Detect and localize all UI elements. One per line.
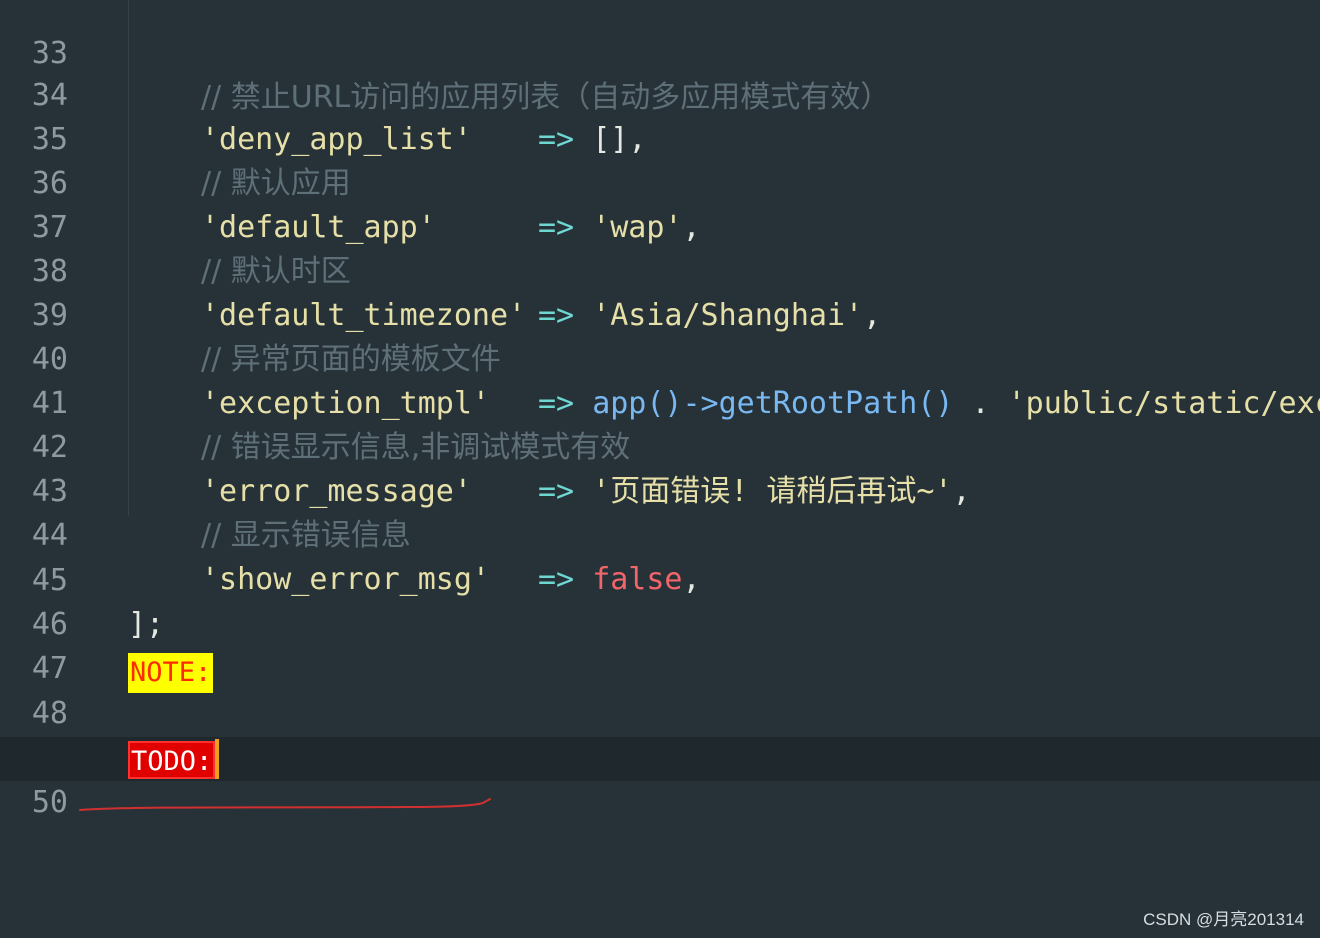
code-line-45[interactable]: 45 ]; xyxy=(0,515,1320,642)
code-line-48[interactable]: 48 NOTE: xyxy=(0,648,1320,731)
code-line-36[interactable]: 36 'default_app' => 'wap', xyxy=(0,118,1320,245)
code-line-43[interactable]: 43 // 显示错误信息 xyxy=(0,426,1320,553)
code-line-46[interactable]: 46 xyxy=(0,559,1320,642)
code-line-42[interactable]: 42 'error_message' => '页面错误! 请稍后再试~', xyxy=(0,382,1320,509)
code-content[interactable]: NOTE: xyxy=(128,650,214,694)
code-line-38[interactable]: 38 'default_timezone' => 'Asia/Shanghai', xyxy=(0,206,1320,333)
code-line-33[interactable]: 33 // 禁止URL访问的应用列表（自动多应用模式有效） xyxy=(0,0,1320,115)
code-editor[interactable]: 33 // 禁止URL访问的应用列表（自动多应用模式有效） 34 'deny_a… xyxy=(0,0,1320,938)
hand-drawn-underline xyxy=(79,798,491,811)
code-line-41[interactable]: 41 // 错误显示信息,非调试模式有效 xyxy=(0,338,1320,465)
code-line-37[interactable]: 37 // 默认时区 xyxy=(0,162,1320,289)
note-highlight-tag: NOTE: xyxy=(128,653,214,693)
watermark: CSDN @月亮201314 xyxy=(1143,910,1304,929)
line-number: 50 xyxy=(31,785,68,820)
code-line-49[interactable]: 49 xyxy=(0,692,1320,775)
code-line-35[interactable]: 35 // 默认应用 xyxy=(0,74,1320,201)
code-line-39[interactable]: 39 // 异常页面的模板文件 xyxy=(0,250,1320,377)
code-line-50-current[interactable]: 50 TODO: xyxy=(0,737,1320,820)
code-content[interactable]: TODO: xyxy=(128,739,220,783)
code-line-47[interactable]: 47 xyxy=(0,603,1320,686)
code-line-40[interactable]: 40 'exception_tmpl' => app()->getRootPath… xyxy=(0,294,1320,421)
code-line-34[interactable]: 34 'deny_app_list' => [], xyxy=(0,30,1320,157)
text-cursor xyxy=(215,739,220,779)
todo-highlight-tag: TODO: xyxy=(128,741,216,779)
code-line-44[interactable]: 44 'show_error_msg' => false, xyxy=(0,470,1320,597)
